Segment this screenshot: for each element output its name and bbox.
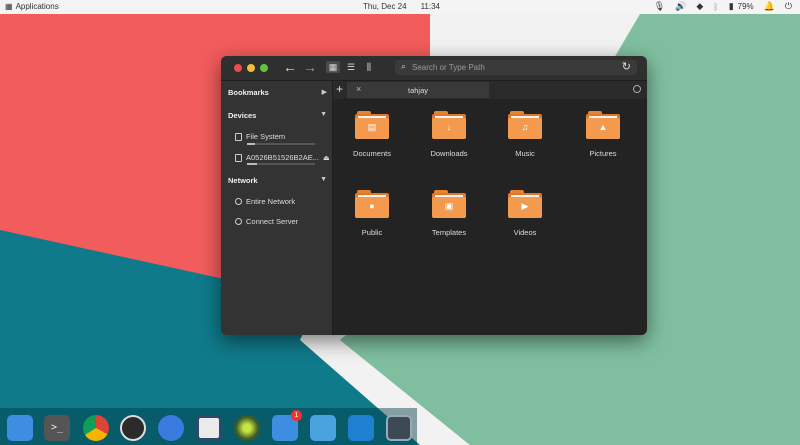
collapse-network-icon[interactable]: ▼ bbox=[320, 176, 327, 183]
drive-icon bbox=[235, 153, 242, 162]
close-window-button[interactable] bbox=[234, 64, 242, 72]
terminal-app-icon[interactable]: >_ bbox=[44, 415, 70, 441]
minimize-window-button[interactable] bbox=[247, 64, 255, 72]
sidebar-item-volume[interactable]: A0526B51526B2AE... ⏏ bbox=[235, 153, 330, 162]
chrome-app-icon[interactable] bbox=[83, 415, 109, 441]
collapse-devices-icon[interactable]: ▼ bbox=[320, 111, 327, 118]
play-icon: ▶ bbox=[508, 190, 542, 218]
picture-icon: ▲ bbox=[586, 111, 620, 139]
orb-app-icon[interactable] bbox=[234, 415, 260, 441]
power-icon[interactable]: ⏻ bbox=[785, 1, 792, 12]
mail-app-icon[interactable]: 1 bbox=[272, 410, 302, 441]
volume-icon[interactable]: 🔊 bbox=[675, 1, 686, 12]
folder-label: Downloads bbox=[430, 149, 468, 158]
tab-bar: + × tahjay bbox=[333, 81, 647, 99]
sidebar-item-connect-server[interactable]: Connect Server bbox=[235, 217, 298, 226]
window-titlebar: ← → ▦ ☰ ⫼ ⌕ Search or Type Path ↻ bbox=[221, 56, 647, 81]
forward-arrow-icon[interactable]: → bbox=[303, 60, 317, 74]
server-icon bbox=[235, 218, 242, 225]
folder-templates[interactable]: ▣ Templates bbox=[419, 190, 479, 237]
folder-label: Pictures bbox=[589, 149, 617, 158]
back-arrow-icon[interactable]: ← bbox=[283, 60, 297, 74]
folder-downloads[interactable]: ↓ Downloads bbox=[419, 111, 479, 158]
time-label: 11:34 bbox=[420, 2, 441, 11]
folder-grid: ▤ Documents ↓ Downloads ♫ Music ▲ Pictur… bbox=[333, 99, 647, 335]
folder-music[interactable]: ♫ Music bbox=[495, 111, 555, 158]
toggle-app-icon[interactable] bbox=[158, 415, 184, 441]
notifications-icon[interactable]: 🔔 bbox=[764, 1, 775, 12]
folder-label: Documents bbox=[353, 149, 391, 158]
list-view-button[interactable]: ☰ bbox=[344, 61, 358, 73]
top-panel: ▦ Applications Thu, Dec 24 11:34 🎙 🔊 ◆ ᛒ… bbox=[0, 0, 800, 14]
folder-pictures[interactable]: ▲ Pictures bbox=[573, 111, 633, 158]
refresh-icon[interactable]: ↻ bbox=[622, 60, 631, 73]
grid-view-button[interactable]: ▦ bbox=[326, 61, 340, 73]
datetime-indicator[interactable]: Thu, Dec 24 11:34 bbox=[363, 2, 440, 11]
disk-usage-bar bbox=[247, 143, 315, 145]
download-icon: ↓ bbox=[432, 111, 466, 139]
new-tab-button[interactable]: + bbox=[336, 82, 343, 96]
screen-app-icon[interactable] bbox=[386, 415, 412, 441]
folder-label: Templates bbox=[431, 228, 467, 237]
disk-usage-bar bbox=[247, 163, 315, 165]
battery-percent: 79% bbox=[737, 2, 754, 11]
sidebar-section-network[interactable]: Network bbox=[228, 176, 258, 185]
file-manager-window: ← → ▦ ☰ ⫼ ⌕ Search or Type Path ↻ Bookma… bbox=[221, 56, 647, 335]
column-view-button[interactable]: ⫼ bbox=[362, 61, 376, 73]
sidebar-item-file-system[interactable]: File System bbox=[235, 132, 285, 141]
document-icon: ▤ bbox=[355, 111, 389, 139]
applications-label: Applications bbox=[15, 2, 59, 11]
wifi-icon[interactable]: ◆ bbox=[696, 1, 703, 12]
mail-badge: 1 bbox=[291, 410, 302, 421]
sidebar-section-bookmarks[interactable]: Bookmarks bbox=[228, 88, 269, 97]
folder-label: Public bbox=[361, 228, 383, 237]
battery-icon: ▮ bbox=[728, 1, 734, 11]
music-icon: ♫ bbox=[508, 111, 542, 139]
obs-app-icon[interactable] bbox=[120, 415, 146, 441]
folder-public[interactable]: ● Public bbox=[342, 190, 402, 237]
applications-menu[interactable]: ▦ Applications bbox=[5, 2, 59, 11]
applications-grid-icon: ▦ bbox=[5, 2, 13, 11]
sidebar-item-entire-network[interactable]: Entire Network bbox=[235, 197, 295, 206]
battery-indicator[interactable]: ▮ 79% bbox=[729, 1, 754, 12]
microphone-icon[interactable]: 🎙 bbox=[654, 1, 665, 12]
search-icon: ⌕ bbox=[401, 61, 407, 71]
date-label: Thu, Dec 24 bbox=[363, 2, 407, 11]
files-app-icon[interactable] bbox=[7, 415, 33, 441]
history-icon[interactable] bbox=[633, 85, 641, 93]
folder-documents[interactable]: ▤ Documents bbox=[342, 111, 402, 158]
dock: >_ 1 bbox=[0, 408, 417, 445]
sidebar-item-label: Entire Network bbox=[246, 197, 296, 206]
sidebar-item-label: Connect Server bbox=[246, 217, 299, 226]
tasks-app-icon[interactable] bbox=[310, 415, 336, 441]
tab-label: tahjay bbox=[407, 86, 428, 95]
expand-bookmarks-icon[interactable]: ▶ bbox=[322, 88, 327, 96]
folder-label: Music bbox=[515, 149, 535, 158]
template-icon: ▣ bbox=[432, 190, 466, 218]
drive-icon bbox=[235, 132, 242, 141]
sidebar-section-devices[interactable]: Devices bbox=[228, 111, 256, 120]
search-placeholder: Search or Type Path bbox=[412, 63, 485, 72]
folder-label: Videos bbox=[513, 228, 537, 237]
maximize-window-button[interactable] bbox=[260, 64, 268, 72]
sidebar: Bookmarks ▶ Devices ▼ File System A0526B… bbox=[221, 81, 333, 335]
vscode-app-icon[interactable] bbox=[348, 415, 374, 441]
sidebar-item-label: File System bbox=[246, 132, 286, 141]
folder-videos[interactable]: ▶ Videos bbox=[495, 190, 555, 237]
path-search-field[interactable]: ⌕ Search or Type Path ↻ bbox=[395, 60, 637, 75]
user-icon: ● bbox=[355, 190, 389, 218]
sidebar-item-label: A0526B51526B2AE... bbox=[246, 153, 319, 162]
system-tray: 🎙 🔊 ◆ ᛒ ▮ 79% 🔔 ⏻ bbox=[654, 1, 792, 12]
eject-icon[interactable]: ⏏ bbox=[323, 154, 330, 162]
multitasking-app-icon[interactable] bbox=[196, 415, 222, 441]
bluetooth-icon[interactable]: ᛒ bbox=[713, 2, 718, 12]
tab-tahjay[interactable]: × tahjay bbox=[347, 82, 489, 98]
network-icon bbox=[235, 198, 242, 205]
